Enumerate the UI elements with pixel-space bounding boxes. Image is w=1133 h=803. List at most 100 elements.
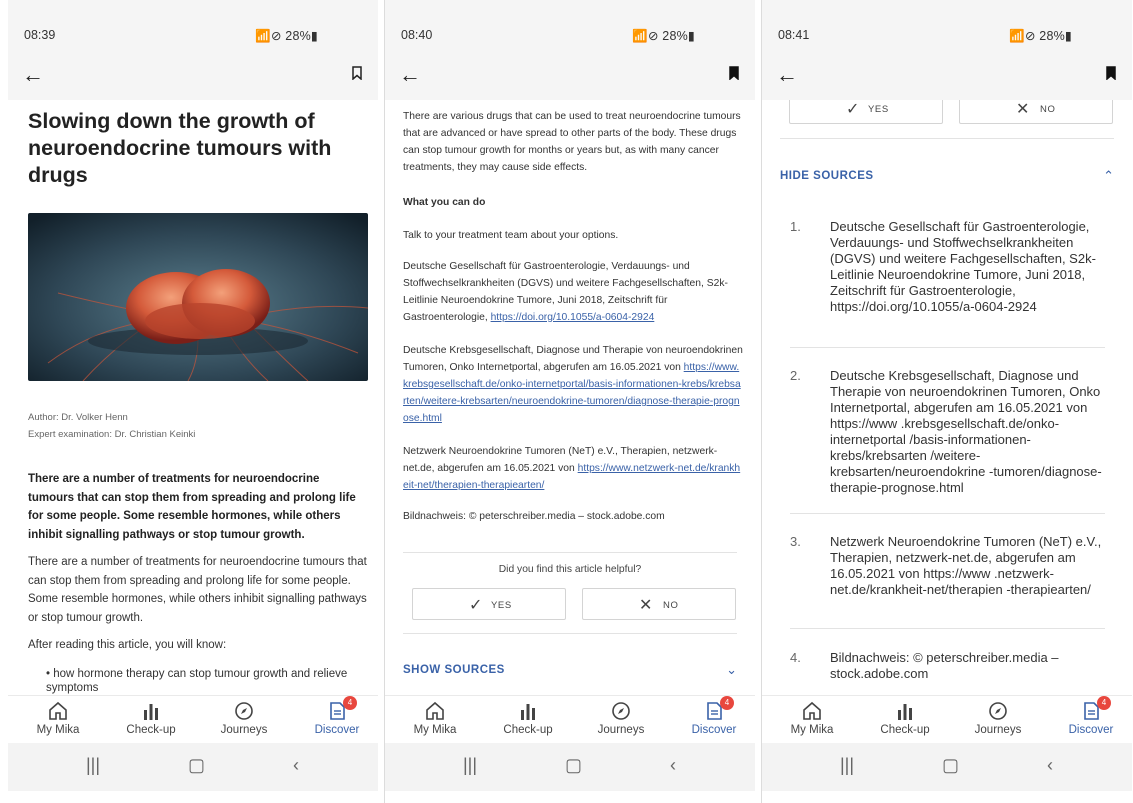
home-button-icon[interactable]: ▢: [565, 755, 582, 776]
bookmark-filled-icon[interactable]: [729, 66, 739, 80]
home-button-icon[interactable]: ▢: [188, 755, 205, 776]
article-hero-image: [28, 213, 368, 381]
app-bar: ←: [762, 50, 1132, 100]
back-arrow-icon[interactable]: ←: [22, 62, 44, 88]
home-icon: [49, 701, 67, 720]
nav-label: Check-up: [503, 724, 553, 736]
bar-chart-icon: [898, 704, 912, 720]
home-icon: [803, 701, 821, 720]
article-author: Author: Dr. Volker Henn: [28, 412, 128, 423]
nav-label: Journeys: [220, 724, 268, 736]
yes-label: YES: [491, 600, 512, 611]
bar-chart-icon: [144, 704, 158, 720]
compass-icon: [989, 702, 1007, 720]
show-sources-label: SHOW SOURCES: [403, 664, 505, 676]
nav-journeys[interactable]: Journeys: [958, 700, 1038, 736]
app-bar: ←: [8, 50, 378, 100]
divider: [780, 138, 1114, 139]
status-bar: 08:41 📶⊘ 28%▮: [762, 0, 1132, 50]
source-number: 4.: [790, 650, 801, 665]
status-time: 08:41: [778, 28, 810, 42]
nav-my-mika[interactable]: My Mika: [772, 700, 852, 736]
no-button[interactable]: ✕ NO: [582, 588, 736, 620]
screen-article-bottom: 08:40 📶⊘ 28%▮ ← There are various drugs …: [385, 0, 755, 803]
status-bar: 08:39 📶⊘ 28%▮: [8, 0, 378, 50]
source-number: 1.: [790, 219, 801, 234]
chevron-up-icon: ⌃: [1103, 168, 1114, 183]
no-button[interactable]: ✕ NO: [959, 100, 1113, 124]
nav-my-mika[interactable]: My Mika: [18, 700, 98, 736]
home-icon: [426, 701, 444, 720]
nav-label: My Mika: [790, 724, 834, 736]
status-indicators: 📶⊘ 28%▮: [255, 29, 318, 43]
hide-sources-toggle[interactable]: HIDE SOURCES ⌃: [780, 166, 1114, 190]
article-content: There are various drugs that can be used…: [385, 100, 755, 695]
nav-my-mika[interactable]: My Mika: [395, 700, 475, 736]
divider: [790, 513, 1105, 514]
checkmark-icon: ✓: [846, 101, 861, 118]
bookmark-outline-icon[interactable]: [352, 66, 362, 80]
back-nav-icon[interactable]: ‹: [670, 755, 676, 776]
recents-icon[interactable]: |||: [840, 755, 854, 776]
nav-discover[interactable]: 4 Discover: [297, 696, 377, 736]
checkmark-icon: ✓: [469, 597, 484, 614]
nav-discover[interactable]: 4 Discover: [674, 696, 754, 736]
system-nav-bar: ||| ▢ ‹: [385, 743, 755, 791]
bookmark-filled-icon[interactable]: [1106, 66, 1116, 80]
nav-label: Check-up: [880, 724, 930, 736]
source-number: 3.: [790, 534, 801, 549]
article-expert: Expert examination: Dr. Christian Keinki: [28, 429, 196, 440]
nav-label: Discover: [691, 724, 737, 736]
source-number: 2.: [790, 368, 801, 383]
divider: [403, 552, 737, 553]
nav-check-up[interactable]: Check-up: [488, 700, 568, 736]
screen-article-top: 08:39 📶⊘ 28%▮ ← Slowing down the growth …: [8, 0, 378, 803]
know-heading: After reading this article, you will kno…: [28, 639, 227, 651]
nav-label: Check-up: [126, 724, 176, 736]
status-bar: 08:40 📶⊘ 28%▮: [385, 0, 755, 50]
reference-2: Deutsche Krebsgesellschaft, Diagnose und…: [403, 342, 743, 427]
nav-label: My Mika: [413, 724, 457, 736]
status-time: 08:39: [24, 28, 56, 42]
what-you-can-do-text: Talk to your treatment team about your o…: [403, 230, 619, 241]
back-arrow-icon[interactable]: ←: [776, 62, 798, 88]
source-text: Bildnachweis: © peterschreiber.media – s…: [830, 650, 1059, 681]
home-button-icon[interactable]: ▢: [942, 755, 959, 776]
nav-check-up[interactable]: Check-up: [865, 700, 945, 736]
close-icon: ✕: [639, 597, 654, 614]
nav-label: Journeys: [597, 724, 645, 736]
yes-button[interactable]: ✓ YES: [789, 100, 943, 124]
hide-sources-label: HIDE SOURCES: [780, 170, 874, 182]
back-arrow-icon[interactable]: ←: [399, 62, 421, 88]
reference-link[interactable]: https://doi.org/10.1055/a-0604-2924: [491, 312, 655, 323]
no-label: NO: [1040, 104, 1056, 115]
yes-button[interactable]: ✓ YES: [412, 588, 566, 620]
nav-label: Journeys: [974, 724, 1022, 736]
nav-label: Discover: [1068, 724, 1114, 736]
bottom-nav: My Mika Check-up Journeys 4 Discover: [8, 695, 378, 744]
notification-badge: 4: [720, 696, 734, 710]
status-time: 08:40: [401, 28, 433, 42]
system-nav-bar: ||| ▢ ‹: [762, 743, 1132, 791]
show-sources-toggle[interactable]: SHOW SOURCES ⌄: [403, 660, 737, 684]
nav-label: My Mika: [36, 724, 80, 736]
nav-journeys[interactable]: Journeys: [581, 700, 661, 736]
back-nav-icon[interactable]: ‹: [293, 755, 299, 776]
list-item: • how hormone therapy can stop tumour gr…: [46, 668, 348, 694]
nav-discover[interactable]: 4 Discover: [1051, 696, 1131, 736]
no-label: NO: [663, 600, 679, 611]
nav-journeys[interactable]: Journeys: [204, 700, 284, 736]
article-intro: There are a number of treatments for neu…: [28, 556, 367, 624]
recents-icon[interactable]: |||: [463, 755, 477, 776]
source-text: Deutsche Gesellschaft für Gastroenterolo…: [830, 219, 1096, 314]
nav-check-up[interactable]: Check-up: [111, 700, 191, 736]
compass-icon: [235, 702, 253, 720]
divider: [790, 347, 1105, 348]
sources-content: ✓ YES ✕ NO HIDE SOURCES ⌃ 1. Deutsche Ge…: [762, 100, 1132, 695]
article-content: Slowing down the growth of neuroendocrin…: [8, 100, 378, 695]
divider: [790, 628, 1105, 629]
recents-icon[interactable]: |||: [86, 755, 100, 776]
helpful-question: Did you find this article helpful?: [498, 564, 642, 575]
notification-badge: 4: [343, 696, 357, 710]
back-nav-icon[interactable]: ‹: [1047, 755, 1053, 776]
